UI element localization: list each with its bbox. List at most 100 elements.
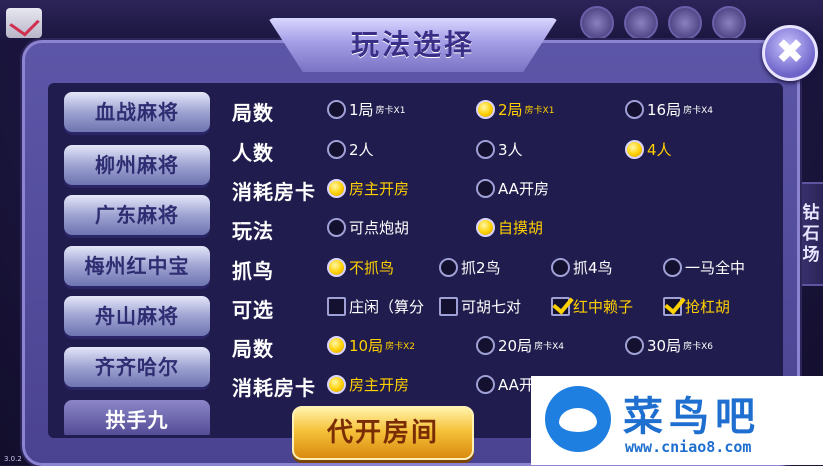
option-label: 30局 [647, 337, 682, 355]
option-label: 抢杠胡 [685, 298, 731, 316]
avatar[interactable] [6, 8, 42, 38]
bird-logo-icon [545, 386, 611, 452]
radio-icon[interactable] [327, 100, 346, 119]
row-label-rounds-2: 局数 [232, 337, 274, 361]
option-label: 10局 [349, 337, 384, 355]
option-label: 20局 [498, 337, 533, 355]
radio-selected-icon[interactable] [327, 258, 346, 277]
option-label: AA开 [498, 376, 534, 394]
radio-icon[interactable] [476, 140, 495, 159]
row-label-catch-bird: 抓鸟 [232, 259, 274, 283]
option-label: 庄闲（算分 [349, 298, 425, 316]
option-label: 红中赖子 [573, 298, 634, 316]
option-label: 抓4鸟 [573, 259, 613, 277]
option-red-dragon-wild[interactable]: 红中赖子 [551, 296, 633, 317]
dialog-title: 玩法选择 [350, 28, 475, 61]
radio-icon[interactable] [476, 336, 495, 355]
option-sub: 房卡X4 [683, 106, 713, 116]
row-label-room-card: 消耗房卡 [232, 180, 316, 204]
shop-icon[interactable] [668, 6, 702, 40]
row-label-players: 人数 [232, 141, 274, 165]
option-4-players[interactable]: 4人 [625, 139, 672, 160]
option-16-rounds[interactable]: 16局 房卡X4 [625, 99, 713, 120]
option-banker-scoring[interactable]: 庄闲（算分 [327, 296, 424, 317]
radio-selected-icon[interactable] [476, 100, 495, 119]
option-label: 房主开房 [349, 180, 410, 198]
option-discard-win[interactable]: 可点炮胡 [327, 217, 409, 238]
radio-icon[interactable] [476, 179, 495, 198]
option-label: 可点炮胡 [349, 219, 410, 237]
row-label-optional: 可选 [232, 298, 274, 322]
option-2-rounds[interactable]: 2局 房卡X1 [476, 99, 554, 120]
option-10-rounds[interactable]: 10局 房卡X2 [327, 335, 415, 356]
option-label: 3人 [498, 141, 523, 159]
radio-icon[interactable] [439, 258, 458, 277]
radio-selected-icon[interactable] [327, 336, 346, 355]
option-sub: 房卡X4 [534, 342, 564, 352]
radio-selected-icon[interactable] [625, 140, 644, 159]
option-3-players[interactable]: 3人 [476, 139, 523, 160]
row-label-room-card-2: 消耗房卡 [232, 376, 316, 400]
game-item-qiqihaer[interactable]: 齐齐哈尔 [64, 347, 210, 387]
checkbox-icon[interactable] [327, 297, 346, 316]
settings-icon[interactable] [580, 6, 614, 40]
radio-icon[interactable] [625, 336, 644, 355]
close-button[interactable]: ✖ [762, 25, 818, 81]
option-no-bird[interactable]: 不抓鸟 [327, 257, 394, 278]
radio-selected-icon[interactable] [327, 375, 346, 394]
option-sub: 房卡X2 [385, 342, 415, 352]
row-label-rounds: 局数 [232, 101, 274, 125]
option-label: 4人 [647, 141, 672, 159]
game-item-liuzhou[interactable]: 柳州麻将 [64, 145, 210, 185]
option-self-draw-win[interactable]: 自摸胡 [476, 217, 543, 238]
option-label: 自摸胡 [498, 219, 544, 237]
option-1-round[interactable]: 1局 房卡X1 [327, 99, 405, 120]
option-label: AA开房 [498, 180, 549, 198]
radio-icon[interactable] [327, 140, 346, 159]
game-item-zhoushan[interactable]: 舟山麻将 [64, 296, 210, 336]
option-20-rounds[interactable]: 20局 房卡X4 [476, 335, 564, 356]
option-one-horse[interactable]: 一马全中 [663, 257, 745, 278]
option-label: 一马全中 [685, 259, 746, 277]
service-icon[interactable] [712, 6, 746, 40]
option-host-pays-2[interactable]: 房主开房 [327, 374, 409, 395]
watermark: 菜鸟吧 www.cniao8.com [531, 376, 823, 465]
radio-selected-icon[interactable] [327, 179, 346, 198]
radio-selected-icon[interactable] [476, 218, 495, 237]
radio-icon[interactable] [663, 258, 682, 277]
option-label: 2局 [498, 101, 523, 119]
option-2-players[interactable]: 2人 [327, 139, 374, 160]
radio-icon[interactable] [327, 218, 346, 237]
trophy-icon[interactable] [624, 6, 658, 40]
checkbox-checked-icon[interactable] [663, 297, 682, 316]
option-aa-pays[interactable]: AA开房 [476, 178, 549, 199]
checkbox-checked-icon[interactable] [551, 297, 570, 316]
option-aa-pays-2[interactable]: AA开 [476, 374, 534, 395]
option-label: 2人 [349, 141, 374, 159]
option-seven-pairs[interactable]: 可胡七对 [439, 296, 521, 317]
open-room-for-others-button[interactable]: 代开房间 [292, 406, 474, 460]
option-label: 房主开房 [349, 376, 410, 394]
option-label: 1局 [349, 101, 374, 119]
game-item-gongshoujiu[interactable]: 拱手九 [64, 400, 210, 435]
game-item-guangdong[interactable]: 广东麻将 [64, 195, 210, 235]
option-30-rounds[interactable]: 30局 房卡X6 [625, 335, 713, 356]
option-4-birds[interactable]: 抓4鸟 [551, 257, 613, 278]
game-item-xuezhan[interactable]: 血战麻将 [64, 92, 210, 132]
option-label: 可胡七对 [461, 298, 522, 316]
option-sub: 房卡X1 [375, 106, 406, 116]
option-2-birds[interactable]: 抓2鸟 [439, 257, 501, 278]
watermark-title: 菜鸟吧 [623, 393, 761, 440]
radio-icon[interactable] [551, 258, 570, 277]
option-label: 抓2鸟 [461, 259, 501, 277]
checkbox-icon[interactable] [439, 297, 458, 316]
radio-icon[interactable] [476, 375, 495, 394]
option-host-pays[interactable]: 房主开房 [327, 178, 409, 199]
version-label: 3.0.2 [4, 455, 22, 463]
watermark-url: www.cniao8.com [625, 438, 752, 456]
option-sub: 房卡X6 [683, 342, 713, 352]
game-list: 血战麻将 柳州麻将 广东麻将 梅州红中宝 舟山麻将 齐齐哈尔 拱手九 [58, 90, 222, 435]
game-item-meizhou[interactable]: 梅州红中宝 [64, 246, 210, 286]
radio-icon[interactable] [625, 100, 644, 119]
option-rob-kong[interactable]: 抢杠胡 [663, 296, 730, 317]
